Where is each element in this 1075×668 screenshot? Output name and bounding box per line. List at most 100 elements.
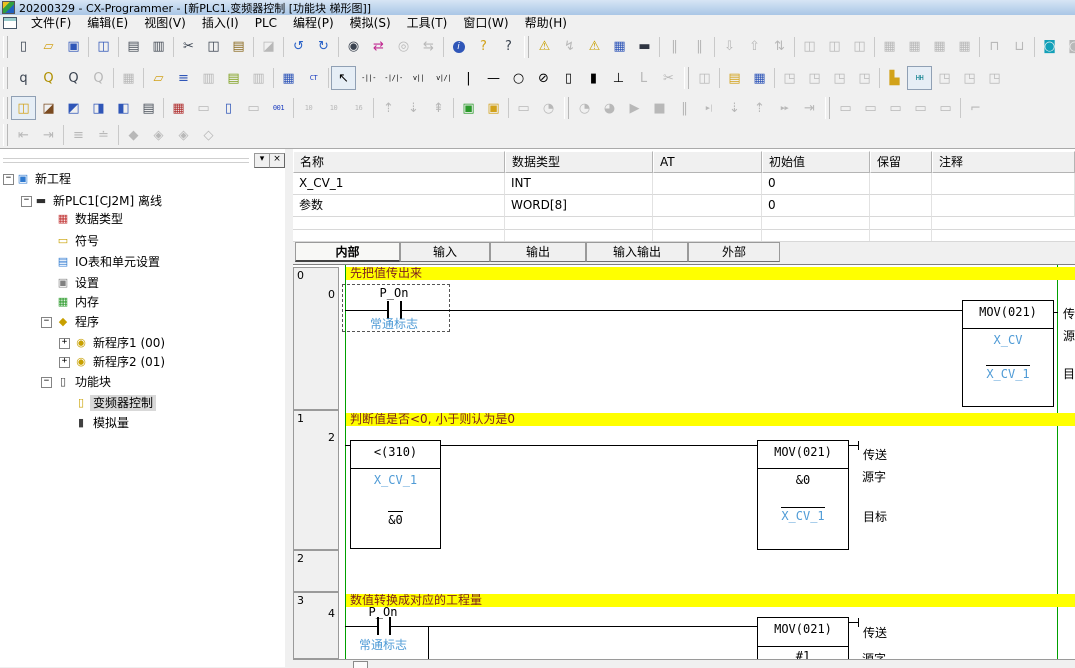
table-cell[interactable] <box>653 173 762 195</box>
tab-input[interactable]: 输入 <box>400 242 490 262</box>
tree-item-plc[interactable]: −▬新PLC1[CJ2M] 离线 <box>0 192 285 210</box>
clock-ct-view-icon[interactable]: CT <box>301 66 326 90</box>
tree-item-label[interactable]: 变频器控制 <box>90 395 156 411</box>
new-closed-coil-icon[interactable]: ⊘ <box>531 66 556 90</box>
online-edit-icon[interactable]: ▬ <box>632 35 657 59</box>
tree-item-program1[interactable]: +◉新程序1 (00) <box>0 334 285 352</box>
tree-item-label[interactable]: 功能块 <box>72 374 114 390</box>
tree-item-label[interactable]: 程序 <box>72 314 102 330</box>
about-icon[interactable]: i <box>446 35 471 59</box>
column-header-3[interactable]: 初始值 <box>762 151 870 173</box>
tree-item-project[interactable]: −▣新工程 <box>0 170 285 188</box>
rung-comment[interactable]: 先把值传出来 <box>346 267 1075 280</box>
show-properties-icon[interactable]: ▤ <box>136 96 161 120</box>
new-horizontal-icon[interactable]: — <box>481 66 506 90</box>
rung-margin-1[interactable]: 1 2 <box>293 410 339 550</box>
tree-item-label[interactable]: 设置 <box>72 275 102 291</box>
toggle-project-workspace-icon[interactable]: ◫ <box>11 96 36 120</box>
symbol-comment-tree-icon[interactable]: ▙ <box>882 66 907 90</box>
cut-icon[interactable]: ✂ <box>176 35 201 59</box>
column-header-0[interactable]: 名称 <box>293 151 505 173</box>
zoom-out-icon[interactable]: Q <box>61 66 86 90</box>
table-cell[interactable]: INT <box>505 173 653 195</box>
online-edit-begin-icon[interactable]: ▣ <box>456 96 481 120</box>
print-icon[interactable]: ▤ <box>121 35 146 59</box>
dest-operand-wrap[interactable]: X_CV_1 <box>963 367 1053 381</box>
view-local-symbols-icon[interactable]: ≡ <box>171 66 196 90</box>
table-cell[interactable]: WORD[8] <box>505 195 653 217</box>
table-cell[interactable] <box>932 173 1075 195</box>
new-file-icon[interactable]: ▯ <box>11 35 36 59</box>
tree-item-program2[interactable]: +◉新程序2 (01) <box>0 353 285 371</box>
contact-operand[interactable]: P_On <box>363 605 403 619</box>
table-cell[interactable]: 参数 <box>293 195 505 217</box>
menu-item-p[interactable]: 编程(P) <box>285 15 342 31</box>
zoom-in-icon[interactable]: Q <box>36 66 61 90</box>
dest-operand-wrap[interactable]: X_CV_1 <box>758 509 848 523</box>
menu-item-w[interactable]: 窗口(W) <box>455 15 516 31</box>
context-help-icon[interactable]: ? <box>496 35 521 59</box>
undo-icon[interactable]: ↺ <box>286 35 311 59</box>
online-edit-send-icon[interactable]: ▣ <box>481 96 506 120</box>
tree-item-label[interactable]: 新PLC1[CJ2M] 离线 <box>50 193 165 209</box>
help-icon[interactable]: ? <box>471 35 496 59</box>
table-cell[interactable]: 0 <box>762 195 870 217</box>
horizontal-scrollbar[interactable] <box>293 659 1075 668</box>
empty-table-row[interactable] <box>293 229 1075 242</box>
compare-operand-1[interactable]: X_CV_1 <box>351 473 440 487</box>
save-project-icon[interactable]: ▣ <box>61 35 86 59</box>
compare-instruction-block[interactable]: <(310) X_CV_1 &0 <box>350 440 441 549</box>
paste-icon[interactable]: ▤ <box>226 35 251 59</box>
tree-item-function-blocks[interactable]: −▯功能块 <box>0 373 285 391</box>
compile-icon[interactable]: ⚠ <box>532 35 557 59</box>
menu-item-t[interactable]: 工具(T) <box>399 15 456 31</box>
tree-item-label[interactable]: 新工程 <box>32 171 74 187</box>
section-list-icon[interactable]: ▤ <box>221 66 246 90</box>
new-contact-icon[interactable]: -||- <box>356 66 381 90</box>
new-coil-icon[interactable]: ○ <box>506 66 531 90</box>
new-expansion-instruction-icon[interactable]: ⊥ <box>606 66 631 90</box>
tree-item-analog-fb[interactable]: ▮模拟量 <box>0 414 285 432</box>
table-cell[interactable]: X_CV_1 <box>293 173 505 195</box>
menu-item-s[interactable]: 模拟(S) <box>342 15 399 31</box>
column-header-5[interactable]: 注释 <box>932 151 1075 173</box>
tree-item-label[interactable]: 模拟量 <box>90 415 132 431</box>
set-protection-icon[interactable]: ◙ <box>1037 35 1062 59</box>
collapse-box-icon[interactable]: − <box>41 377 52 388</box>
tree-item-symbols[interactable]: ▭符号 <box>0 232 285 250</box>
panel-splitter[interactable] <box>285 148 293 667</box>
transfer-settings-icon[interactable]: ▦ <box>607 35 632 59</box>
tree-item-label[interactable]: IO表和单元设置 <box>72 254 163 270</box>
tree-item-label[interactable]: 新程序2 (01) <box>90 354 168 370</box>
address-reference-tool-icon[interactable]: ◧ <box>111 96 136 120</box>
replace-icon[interactable]: ⇄ <box>366 35 391 59</box>
menu-item-v[interactable]: 视图(V) <box>136 15 194 31</box>
data-trace-monitor-icon[interactable]: HH <box>907 66 932 90</box>
new-instruction-icon[interactable]: ▯ <box>556 66 581 90</box>
column-header-4[interactable]: 保留 <box>870 151 932 173</box>
watch-window-icon[interactable]: ◩ <box>61 96 86 120</box>
tree-item-programs[interactable]: −◆程序 <box>0 313 285 331</box>
menu-item-i[interactable]: 插入(I) <box>194 15 247 31</box>
workspace-dropdown-button[interactable]: ▾ <box>254 153 270 168</box>
check-program-icon[interactable]: ▯ <box>216 96 241 120</box>
table-cell[interactable] <box>870 173 932 195</box>
tab-internal[interactable]: 内部 <box>295 242 400 262</box>
new-closed-contact-icon[interactable]: -|/|- <box>381 66 406 90</box>
device-type-verify-icon[interactable]: ◫ <box>91 35 116 59</box>
table-cell[interactable] <box>932 195 1075 217</box>
tab-external[interactable]: 外部 <box>688 242 780 262</box>
tree-item-settings[interactable]: ▣设置 <box>0 274 285 292</box>
table-cell[interactable]: 0 <box>762 173 870 195</box>
menu-item-h[interactable]: 帮助(H) <box>517 15 575 31</box>
rung-margin-3[interactable]: 3 4 <box>293 592 339 659</box>
collapse-box-icon[interactable]: − <box>3 174 14 185</box>
select-tool-icon[interactable]: ↖ <box>331 66 356 90</box>
find-icon[interactable]: ◉ <box>341 35 366 59</box>
expand-box-icon[interactable]: + <box>59 338 70 349</box>
new-or-contact-icon[interactable]: v|| <box>406 66 431 90</box>
rung-comment[interactable]: 判断值是否<0, 小于则认为是0 <box>346 413 1075 426</box>
symbol-editor-icon[interactable]: ▱ <box>146 66 171 90</box>
compare-operand-2-wrap[interactable]: &0 <box>351 513 440 527</box>
ladder-editor[interactable]: 0 0 1 2 2 3 4 先把值传出来 P_On 常通标志 MOV(021) … <box>293 264 1075 668</box>
